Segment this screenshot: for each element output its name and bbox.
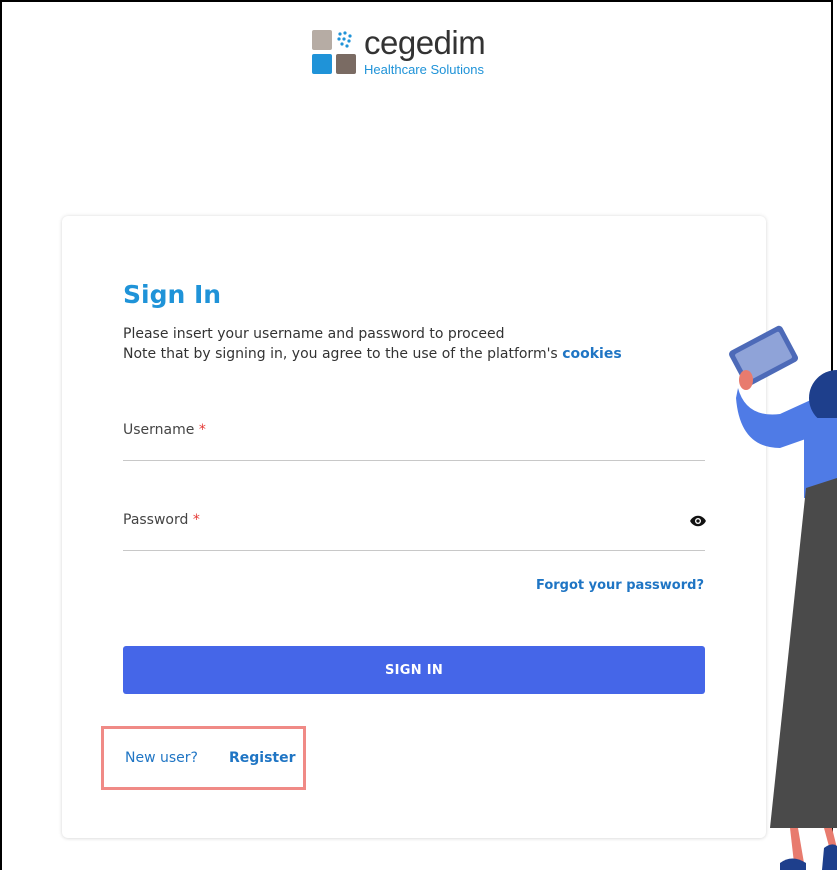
- intro-line-2: Note that by signing in, you agree to th…: [123, 344, 622, 364]
- signin-card: Sign In Please insert your username and …: [62, 216, 766, 838]
- logo-dots-icon: [337, 31, 352, 48]
- logo-square-grey: [312, 30, 332, 50]
- cegedim-logo: cegedim Healthcare Solutions: [312, 24, 532, 80]
- logo-square-blue: [312, 54, 332, 74]
- new-user-label: New user?: [125, 750, 198, 766]
- register-link[interactable]: Register: [229, 750, 296, 766]
- cookies-link[interactable]: cookies: [562, 346, 621, 362]
- logo-brand-text: cegedim: [364, 24, 486, 61]
- password-input[interactable]: [123, 510, 709, 548]
- signin-intro: Please insert your username and password…: [123, 324, 622, 364]
- logo-tagline: Healthcare Solutions: [364, 62, 484, 77]
- register-highlight-box: New user? Register: [101, 726, 306, 790]
- person-with-tablet-illustration: [729, 325, 837, 870]
- username-input[interactable]: [123, 420, 709, 458]
- eye-icon[interactable]: [689, 512, 707, 530]
- intro-line-2-text: Note that by signing in, you agree to th…: [123, 346, 563, 362]
- username-field[interactable]: Username *: [123, 420, 709, 461]
- sign-in-button[interactable]: SIGN IN: [123, 646, 705, 694]
- logo-square-brown: [336, 54, 356, 74]
- page-title: Sign In: [123, 280, 222, 309]
- forgot-password-link[interactable]: Forgot your password?: [536, 578, 704, 593]
- password-field[interactable]: Password *: [123, 510, 709, 551]
- intro-line-1: Please insert your username and password…: [123, 326, 505, 342]
